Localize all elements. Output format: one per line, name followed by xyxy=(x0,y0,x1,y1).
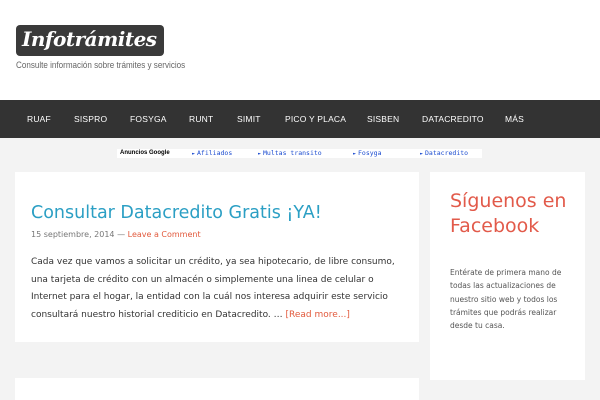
ad-link-afiliados[interactable]: ► Afiliados xyxy=(192,149,232,159)
ad-link-label: Fosyga xyxy=(358,149,382,157)
nav-item-fosyga[interactable]: FOSYGA xyxy=(130,100,167,138)
nav-item-mas[interactable]: MÁS xyxy=(505,100,524,138)
ad-link-label: Afiliados xyxy=(197,149,233,157)
ad-link-fosyga[interactable]: ► Fosyga xyxy=(353,149,382,159)
ad-link-multas-transito[interactable]: ► Multas transito xyxy=(258,149,322,159)
site-header: Infotrámites Consulte información sobre … xyxy=(0,0,600,100)
ads-label: Anuncios Google xyxy=(120,150,170,156)
sidebar-widget-title: Síguenos en Facebook xyxy=(450,190,567,237)
ad-link-datacredito[interactable]: ► Datacredito xyxy=(420,149,468,159)
ad-link-label: Multas transito xyxy=(263,149,322,157)
post-excerpt: Cada vez que vamos a solicitar un crédit… xyxy=(31,254,401,324)
triangle-right-icon: ► xyxy=(192,151,196,157)
nav-item-pico-y-placa[interactable]: PICO Y PLACA xyxy=(285,100,346,138)
nav-item-datacredito[interactable]: DATACREDITO xyxy=(422,100,484,138)
meta-separator: — xyxy=(114,230,128,239)
leave-comment-link[interactable]: Leave a Comment xyxy=(128,230,201,239)
post-date: 15 septiembre, 2014 xyxy=(31,230,115,239)
nav-item-sisben[interactable]: SISBEN xyxy=(367,100,399,138)
triangle-right-icon: ► xyxy=(420,151,424,157)
read-more-link[interactable]: [Read more...] xyxy=(286,310,350,320)
triangle-right-icon: ► xyxy=(353,151,357,157)
post-meta: 15 septiembre, 2014 — Leave a Comment xyxy=(31,230,201,239)
site-tagline: Consulte información sobre trámites y se… xyxy=(16,60,186,71)
nav-item-simit[interactable]: SIMIT xyxy=(237,100,261,138)
post-title-link[interactable]: Consultar Datacredito Gratis ¡YA! xyxy=(31,203,322,223)
nav-item-runt[interactable]: RUNT xyxy=(189,100,213,138)
sidebar-widget-text: Entérate de primera mano de todas las ac… xyxy=(450,268,562,331)
main-nav: RUAF SISPRO FOSYGA RUNT SIMIT PICO Y PLA… xyxy=(0,100,600,138)
nav-item-ruaf[interactable]: RUAF xyxy=(27,100,51,138)
triangle-right-icon: ► xyxy=(258,151,262,157)
nav-item-sispro[interactable]: SISPRO xyxy=(74,100,107,138)
google-ad-links-bar: Anuncios Google ► Afiliados ► Multas trans… xyxy=(117,149,482,158)
next-post-card xyxy=(15,378,419,400)
site-logo[interactable]: Infotrámites xyxy=(16,25,164,56)
logo-text: Infotrámites xyxy=(22,27,157,51)
ad-link-label: Datacredito xyxy=(425,149,469,157)
